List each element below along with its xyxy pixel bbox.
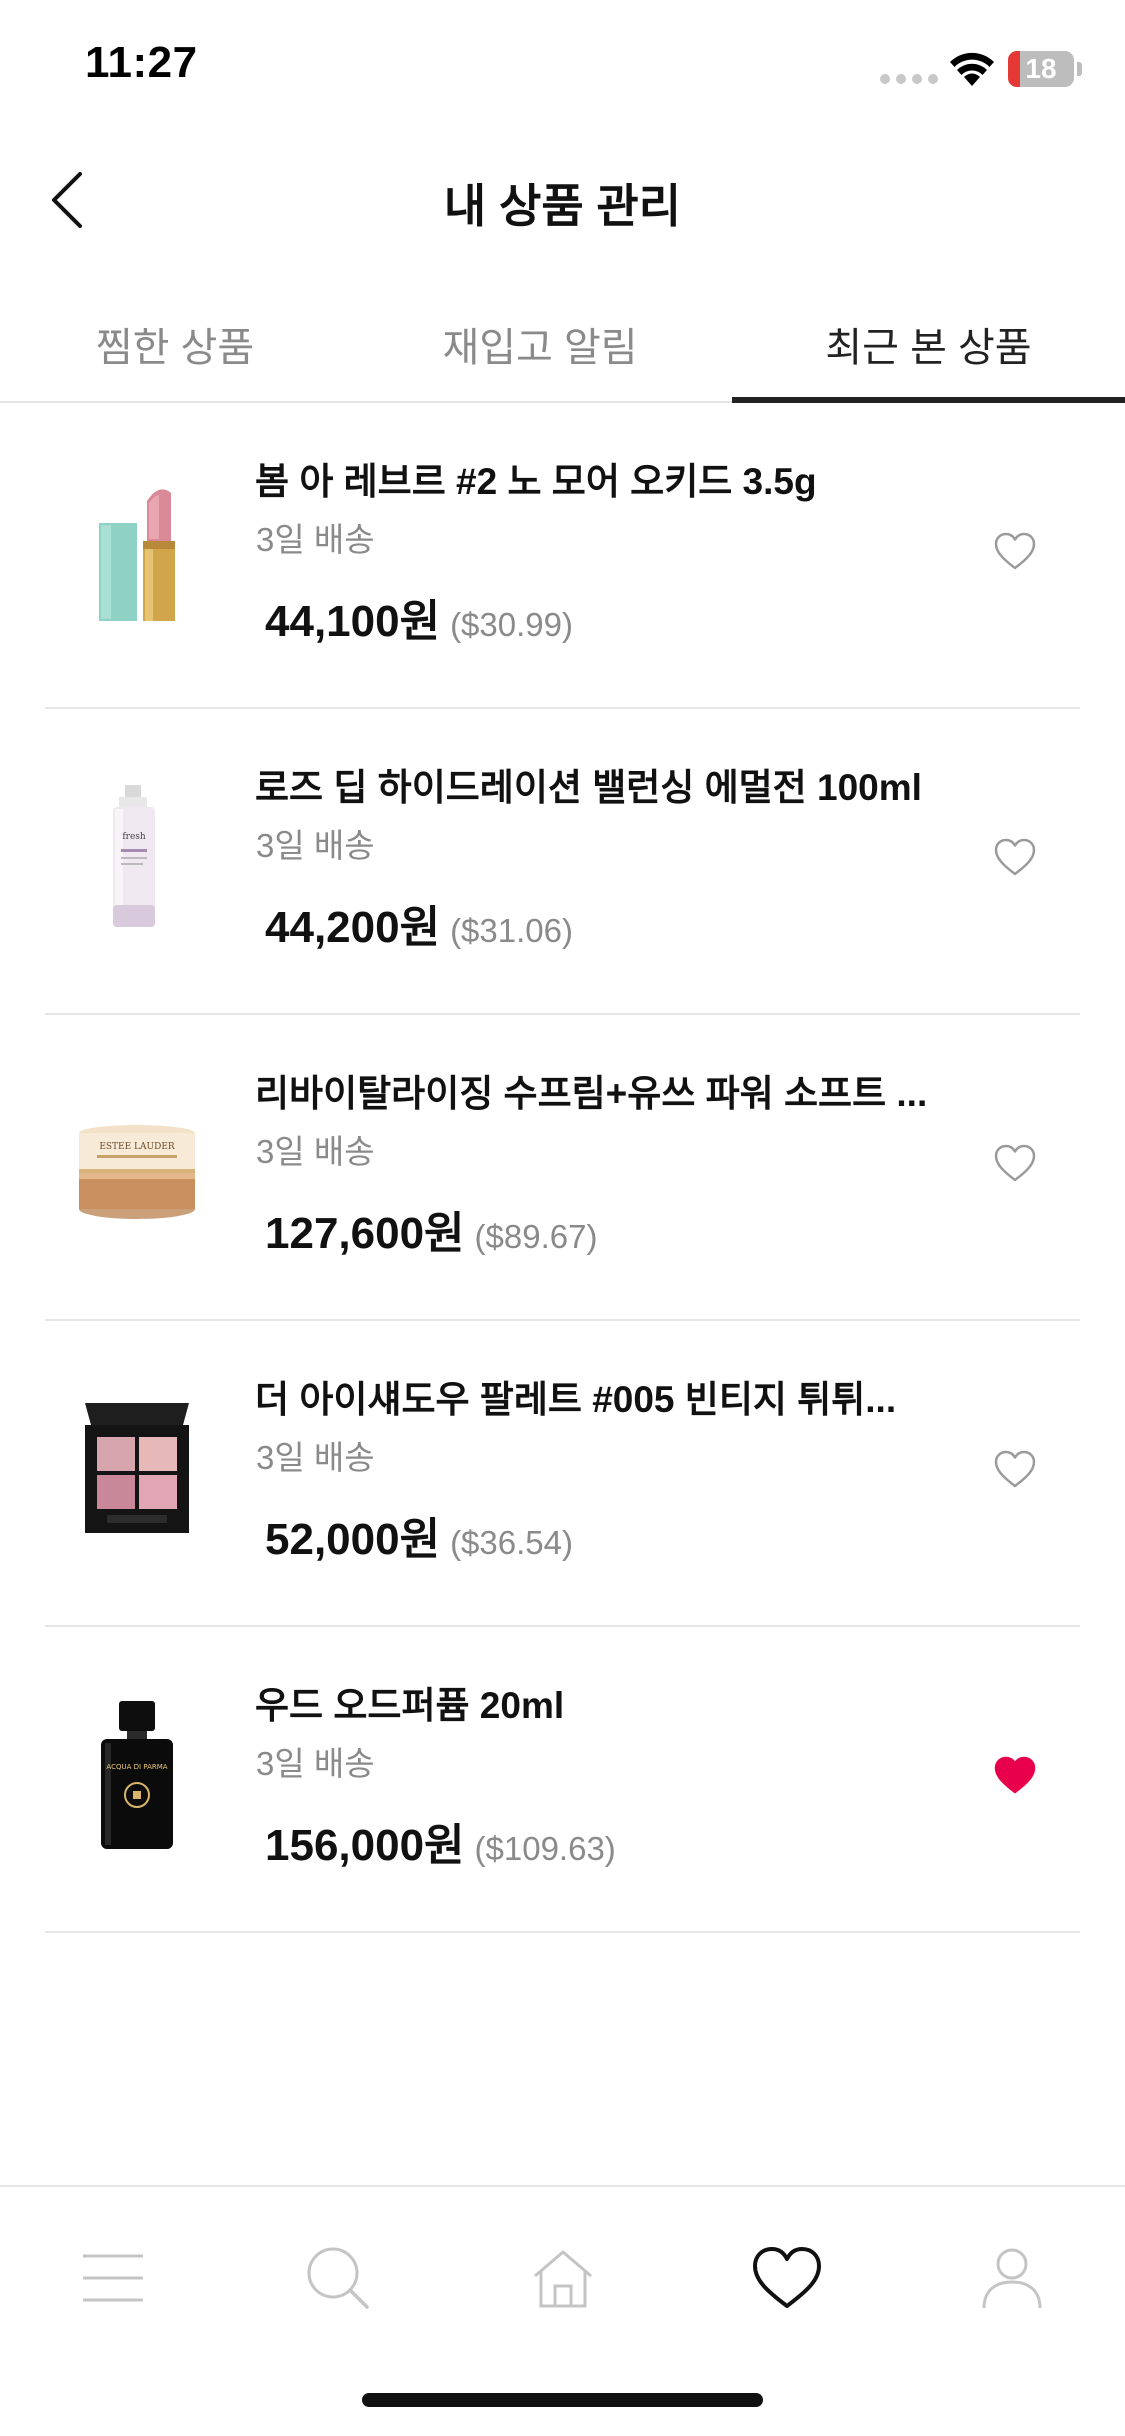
product-list: 봄 아 레브르 #2 노 모어 오키드 3.5g 3일 배송 44,100원 (… <box>0 403 1125 1933</box>
heart-filled-icon <box>994 1756 1036 1794</box>
brand-label: ACQUA DI PARMA <box>106 1763 167 1771</box>
price-krw: 44,100원 <box>265 597 441 646</box>
product-image[interactable] <box>67 1389 207 1549</box>
lipstick-image <box>99 489 175 621</box>
product-name[interactable]: 리바이탈라이징 수프림+유쓰 파워 소프트 ... <box>255 1063 975 1117</box>
heart-icon <box>753 2247 821 2308</box>
top-header: 내 상품 관리 <box>0 150 1125 250</box>
perfume-bottle-image: ACQUA DI PARMA <box>101 1701 173 1849</box>
product-name[interactable]: 우드 오드퍼퓸 20ml <box>255 1675 975 1729</box>
price-usd: ($89.67) <box>474 1218 598 1255</box>
wifi-icon <box>950 52 994 86</box>
heart-outline-icon <box>994 838 1036 876</box>
nav-my-page[interactable] <box>967 2233 1057 2323</box>
home-indicator <box>362 2393 763 2407</box>
nav-home[interactable] <box>518 2233 608 2323</box>
delivery-info: 3일 배송 <box>256 827 375 864</box>
nav-menu[interactable] <box>68 2233 158 2323</box>
battery-icon: 18 <box>1008 51 1074 87</box>
tab-wishlist[interactable]: 찜한 상품 <box>0 285 350 403</box>
delivery-info: 3일 배송 <box>256 521 375 558</box>
product-row[interactable]: ESTEE LAUDER 리바이탈라이징 수프림+유쓰 파워 소프트 ... 3… <box>45 1015 1080 1321</box>
price-krw: 52,000원 <box>265 1515 441 1564</box>
brand-label: fresh <box>122 832 146 842</box>
tab-bar: 찜한 상품 재입고 알림 최근 본 상품 <box>0 285 1125 403</box>
wishlist-button[interactable] <box>985 1441 1045 1497</box>
tab-recently-viewed[interactable]: 최근 본 상품 <box>732 285 1125 403</box>
delivery-info: 3일 배송 <box>256 1745 375 1782</box>
price-line: 44,100원 ($30.99) <box>265 585 573 649</box>
price-usd: ($109.63) <box>474 1830 616 1867</box>
heart-outline-icon <box>994 532 1036 570</box>
cellular-signal-icon <box>880 74 938 84</box>
brand-label: ESTEE LAUDER <box>99 1142 175 1152</box>
battery-nub <box>1077 62 1082 76</box>
price-line: 52,000원 ($36.54) <box>265 1503 573 1567</box>
wishlist-button-active[interactable] <box>985 1747 1045 1803</box>
nav-wishlist[interactable] <box>742 2233 832 2323</box>
product-row[interactable]: fresh 로즈 딥 하이드레이션 밸런싱 에멀전 100ml 3일 배송 44… <box>45 709 1080 1015</box>
wishlist-button[interactable] <box>985 829 1045 885</box>
heart-outline-icon <box>994 1144 1036 1182</box>
status-bar: 11:27 18 <box>0 0 1125 130</box>
product-image[interactable] <box>67 471 207 631</box>
menu-icon <box>83 2254 143 2302</box>
product-name[interactable]: 봄 아 레브르 #2 노 모어 오키드 3.5g <box>255 451 975 505</box>
nav-search[interactable] <box>293 2233 383 2323</box>
product-image[interactable]: ACQUA DI PARMA <box>67 1695 207 1855</box>
price-krw: 156,000원 <box>265 1821 465 1870</box>
search-icon <box>307 2247 369 2309</box>
price-usd: ($30.99) <box>450 606 573 643</box>
price-usd: ($36.54) <box>450 1524 573 1561</box>
product-name[interactable]: 더 아이섀도우 팔레트 #005 빈티지 튀튀... <box>255 1369 975 1423</box>
price-line: 156,000원 ($109.63) <box>265 1809 616 1873</box>
price-krw: 44,200원 <box>265 903 441 952</box>
product-image[interactable]: ESTEE LAUDER <box>67 1083 207 1243</box>
delivery-info: 3일 배송 <box>256 1439 375 1476</box>
price-krw: 127,600원 <box>265 1209 465 1258</box>
status-time: 11:27 <box>85 38 198 87</box>
price-line: 127,600원 ($89.67) <box>265 1197 597 1261</box>
wishlist-button[interactable] <box>985 1135 1045 1191</box>
battery-level: 18 <box>1025 53 1057 84</box>
wishlist-button[interactable] <box>985 523 1045 579</box>
tab-label: 찜한 상품 <box>95 326 255 370</box>
tab-label: 최근 본 상품 <box>825 326 1032 370</box>
heart-outline-icon <box>994 1450 1036 1488</box>
emulsion-bottle-image: fresh <box>113 785 155 927</box>
product-name[interactable]: 로즈 딥 하이드레이션 밸런싱 에멀전 100ml <box>255 757 975 811</box>
home-icon <box>534 2250 592 2308</box>
tab-label: 재입고 알림 <box>442 326 638 370</box>
price-usd: ($31.06) <box>450 912 573 949</box>
cream-jar-image: ESTEE LAUDER <box>79 1125 195 1219</box>
product-image[interactable]: fresh <box>67 777 207 937</box>
eyeshadow-palette-image <box>85 1403 189 1533</box>
product-row[interactable]: ACQUA DI PARMA 우드 오드퍼퓸 20ml 3일 배송 156,00… <box>45 1627 1080 1933</box>
price-line: 44,200원 ($31.06) <box>265 891 573 955</box>
tab-restock-alert[interactable]: 재입고 알림 <box>350 285 730 403</box>
page-title: 내 상품 관리 <box>443 180 682 232</box>
product-row[interactable]: 봄 아 레브르 #2 노 모어 오키드 3.5g 3일 배송 44,100원 (… <box>45 403 1080 709</box>
product-row[interactable]: 더 아이섀도우 팔레트 #005 빈티지 튀튀... 3일 배송 52,000원… <box>45 1321 1080 1627</box>
user-icon <box>982 2248 1042 2309</box>
delivery-info: 3일 배송 <box>256 1133 375 1170</box>
